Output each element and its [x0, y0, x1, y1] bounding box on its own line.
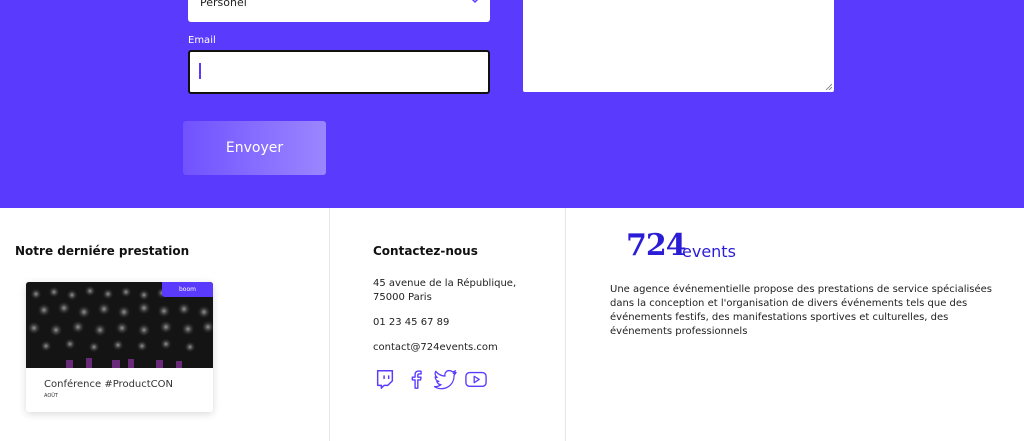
event-title: Conférence #ProductCON — [44, 379, 174, 390]
footer-divider — [565, 208, 566, 441]
message-textarea[interactable] — [523, 0, 834, 92]
contact-email[interactable]: contact@724events.com — [373, 341, 498, 355]
footer: Notre derniére prestation boom Conférenc… — [0, 208, 1024, 441]
contact-title: Contactez-nous — [373, 244, 478, 258]
event-badge: boom — [162, 282, 213, 297]
text-caret — [199, 63, 201, 79]
address-line2: 75000 Paris — [373, 292, 432, 303]
youtube-icon[interactable] — [463, 368, 489, 390]
logo-number: 724 — [626, 228, 687, 263]
twitch-icon[interactable] — [374, 368, 396, 390]
chevron-down-icon — [471, 0, 479, 4]
agency-description: Une agence événementielle propose des pr… — [610, 284, 992, 337]
event-card[interactable]: boom Conférence #ProductCON AOÛT — [26, 282, 213, 412]
email-input[interactable] — [188, 50, 490, 94]
phone-number: 01 23 45 67 89 — [373, 317, 450, 328]
twitter-icon[interactable] — [433, 368, 459, 390]
address-line1: 45 avenue de la République, — [373, 278, 517, 289]
send-button[interactable]: Envoyer — [183, 121, 326, 175]
logo-word: events — [682, 242, 736, 261]
facebook-icon[interactable] — [405, 368, 427, 390]
footer-divider — [329, 208, 330, 441]
type-select-value: Personel — [200, 0, 247, 9]
type-select[interactable]: Personel — [188, 0, 490, 22]
last-event-title: Notre derniére prestation — [15, 244, 190, 258]
resize-grip-icon[interactable] — [825, 83, 832, 90]
email-label: Email — [188, 35, 216, 46]
event-month: AOÛT — [44, 393, 58, 399]
contact-form-section: Personel Email Envoyer — [0, 0, 1024, 208]
